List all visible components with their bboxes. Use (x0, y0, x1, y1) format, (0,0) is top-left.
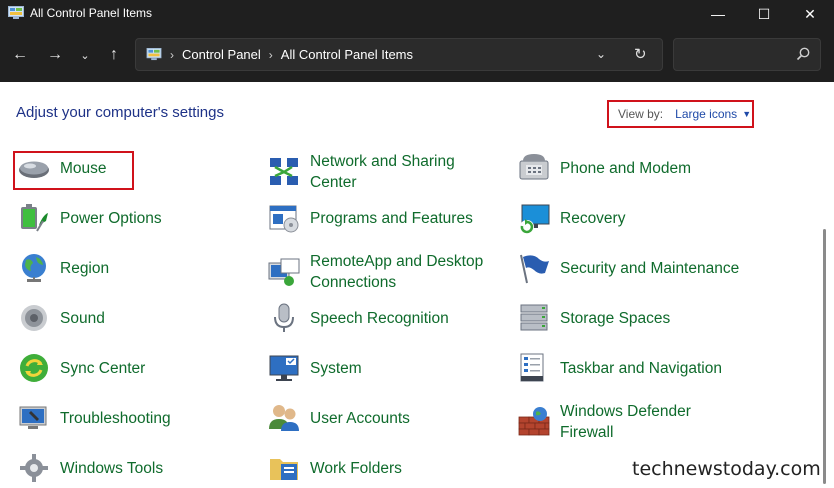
item-recovery[interactable]: Recovery (517, 201, 625, 235)
recent-locations-button[interactable]: ⌄ (74, 42, 96, 68)
maximize-icon: ☐ (757, 5, 771, 22)
taskbar-icon (520, 353, 544, 382)
item-label: System (310, 359, 362, 377)
item-label: RemoteApp and Desktop Connections (310, 253, 484, 291)
item-label: Windows Defender Firewall (560, 403, 691, 441)
breadcrumb-control-panel[interactable]: Control Panel (182, 47, 261, 62)
speaker-icon (21, 305, 47, 331)
breadcrumb-all-items[interactable]: All Control Panel Items (281, 47, 413, 62)
flag-icon (520, 254, 549, 284)
item-label: Programs and Features (310, 209, 473, 227)
close-button[interactable]: ✕ (787, 0, 833, 28)
arrow-left-icon: ← (12, 46, 28, 63)
item-defender-firewall[interactable]: Windows Defender Firewall (517, 401, 710, 443)
item-troubleshooting[interactable]: Troubleshooting (17, 401, 171, 435)
window-title: All Control Panel Items (30, 6, 153, 20)
item-label: User Accounts (310, 409, 410, 427)
item-label: Sound (60, 309, 105, 327)
item-windows-tools[interactable]: Windows Tools (17, 451, 163, 485)
item-speech-recognition[interactable]: Speech Recognition (267, 301, 449, 335)
folder-icon (270, 459, 298, 480)
item-system[interactable]: System (267, 351, 362, 385)
breadcrumb: › Control Panel › All Control Panel Item… (146, 47, 413, 62)
arrow-up-icon: ↑ (110, 46, 118, 63)
item-label: Speech Recognition (310, 309, 449, 327)
item-label: Security and Maintenance (560, 259, 740, 277)
item-user-accounts[interactable]: User Accounts (267, 401, 410, 435)
users-icon (269, 405, 299, 431)
storage-icon (520, 304, 548, 331)
item-label: Windows Tools (60, 459, 164, 477)
item-label: Network and Sharing Center (310, 153, 455, 191)
item-label: Sync Center (60, 359, 146, 377)
programs-icon (269, 205, 299, 233)
item-sound[interactable]: Sound (17, 301, 105, 335)
caret-down-icon: ▼ (742, 109, 752, 119)
close-icon: ✕ (804, 5, 816, 22)
search-icon[interactable] (795, 46, 811, 62)
item-power-options[interactable]: Power Options (17, 201, 162, 235)
item-remoteapp[interactable]: RemoteApp and Desktop Connections (267, 251, 490, 293)
globe-icon (22, 254, 46, 282)
phone-icon (519, 154, 549, 180)
maximize-button[interactable]: ☐ (741, 0, 787, 28)
item-label: Work Folders (310, 459, 402, 477)
monitor-icon (269, 355, 299, 381)
item-sync-center[interactable]: Sync Center (17, 351, 145, 385)
view-by-dropdown[interactable]: View by: Large icons ▼ (607, 100, 754, 128)
item-work-folders[interactable]: Work Folders (267, 451, 402, 485)
page-heading: Adjust your computer's settings (16, 104, 224, 121)
search-input[interactable] (680, 45, 790, 65)
item-label: Power Options (60, 209, 162, 227)
item-label: Phone and Modem (560, 159, 691, 177)
item-network-sharing[interactable]: Network and Sharing Center (267, 151, 480, 193)
power-icon (21, 204, 48, 232)
item-region[interactable]: Region (17, 251, 109, 285)
address-bar[interactable]: › Control Panel › All Control Panel Item… (135, 38, 663, 71)
minimize-button[interactable]: — (695, 0, 741, 28)
item-label: Taskbar and Navigation (560, 359, 722, 377)
chevron-down-icon: ⌄ (80, 49, 90, 62)
highlight-box (13, 151, 134, 190)
title-bar: All Control Panel Items — ☐ ✕ (0, 0, 834, 28)
refresh-icon[interactable]: ↻ (634, 45, 647, 63)
firewall-icon (518, 407, 550, 436)
item-label: Recovery (560, 209, 626, 227)
item-label: Troubleshooting (60, 409, 171, 427)
navigation-bar: ← → ⌄ ↑ › Control Panel › All Control Pa… (0, 28, 834, 82)
item-phone-modem[interactable]: Phone and Modem (517, 151, 691, 185)
microphone-icon (274, 303, 294, 332)
item-label: Storage Spaces (560, 309, 671, 327)
item-programs-features[interactable]: Programs and Features (267, 201, 473, 235)
view-by-label: View by: (618, 107, 664, 121)
troubleshoot-icon (19, 406, 47, 429)
address-history-dropdown[interactable]: ⌄ (596, 47, 606, 61)
watermark: technewstoday.com (632, 458, 821, 480)
sync-icon (20, 354, 48, 382)
item-label: Region (60, 259, 110, 277)
forward-button[interactable]: → (44, 42, 66, 68)
search-box[interactable] (673, 38, 821, 71)
item-security-maintenance[interactable]: Security and Maintenance (517, 251, 739, 285)
remoteapp-icon (268, 258, 300, 286)
network-icon (270, 158, 298, 185)
item-storage-spaces[interactable]: Storage Spaces (517, 301, 670, 335)
back-button[interactable]: ← (9, 42, 31, 68)
breadcrumb-separator[interactable]: › (170, 48, 174, 62)
vertical-scrollbar[interactable] (823, 229, 826, 484)
breadcrumb-separator[interactable]: › (269, 48, 273, 62)
gear-icon (20, 454, 48, 482)
control-panel-icon (146, 48, 162, 61)
arrow-right-icon: → (47, 46, 63, 63)
minimize-icon: — (711, 6, 725, 22)
view-by-value[interactable]: Large icons (675, 107, 737, 121)
recovery-icon (520, 204, 550, 234)
up-button[interactable]: ↑ (103, 42, 125, 68)
item-taskbar-navigation[interactable]: Taskbar and Navigation (517, 351, 722, 385)
control-panel-icon (8, 6, 24, 19)
